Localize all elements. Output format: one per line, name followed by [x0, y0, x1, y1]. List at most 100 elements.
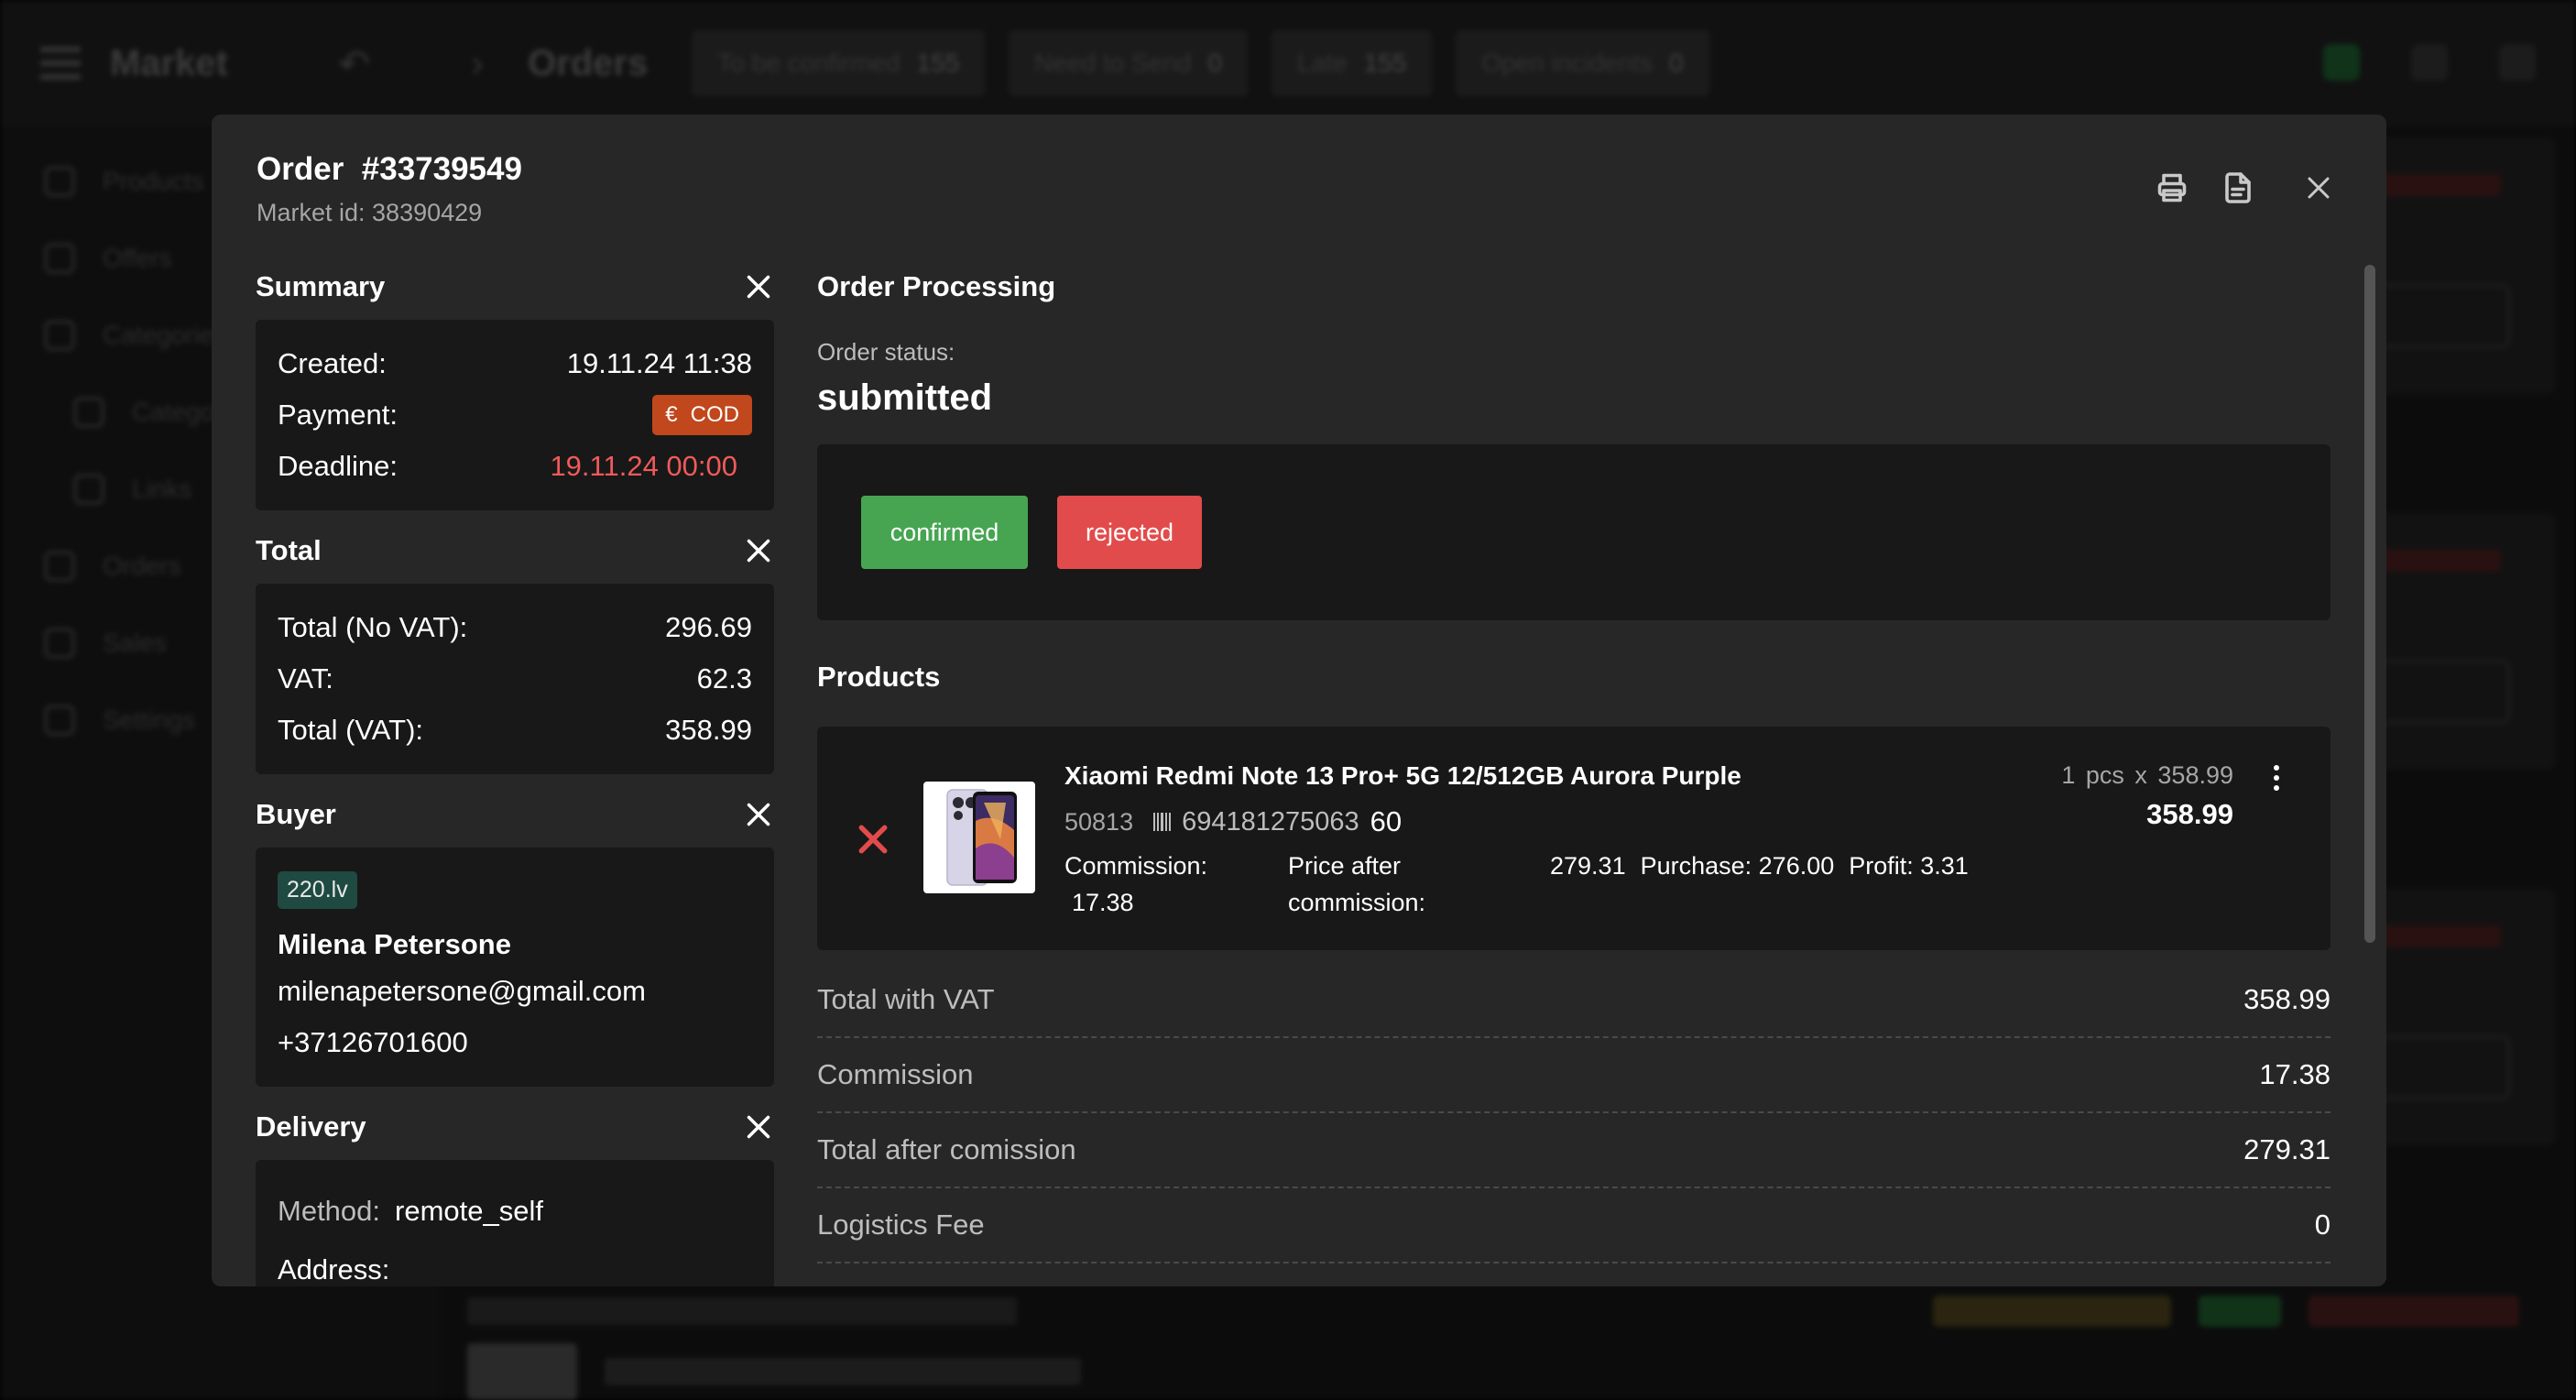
payment-row: Payment: € COD	[278, 389, 752, 441]
buyer-email[interactable]: milenapetersone@gmail.com	[278, 966, 752, 1017]
buyer-phone[interactable]: +37126701600	[278, 1017, 752, 1068]
product-item: Xiaomi Redmi Note 13 Pro+ 5G 12/512GB Au…	[817, 727, 2330, 950]
confirm-button[interactable]: confirmed	[861, 496, 1028, 569]
deadline-value: 19.11.24 00:00	[550, 450, 737, 482]
tab-late: Late 155	[1272, 30, 1433, 96]
product-figures: 279.31 Purchase: 276.00 Profit: 3.31	[1550, 848, 1969, 884]
link-icon	[73, 474, 104, 505]
total-card: Total (No VAT): 296.69 VAT: 62.3 Total (…	[256, 584, 774, 774]
order-main: Order Processing Order status: submitted…	[817, 261, 2330, 1263]
created-row: Created: 19.11.24 11:38	[278, 338, 752, 389]
price-after-commission-value: 279.31	[1550, 852, 1626, 880]
orders-icon	[44, 551, 75, 582]
product-meta: 50813 694181275063 60	[1064, 805, 1402, 838]
total-after-commission-row: Total after comission 279.31	[817, 1113, 2330, 1188]
totals-label: Commission	[817, 1058, 974, 1090]
totals-value: 0	[2314, 1209, 2330, 1241]
settings-icon	[44, 705, 75, 736]
app-topbar: Market ↶ › Orders To be confirmed 155 Nee…	[0, 0, 2576, 126]
products-title: Products	[817, 661, 941, 693]
delivery-card: Method: remote_self Address:	[256, 1160, 774, 1286]
marketplace-badge: 220.lv	[278, 871, 357, 909]
modal-scrollbar-thumb[interactable]	[2364, 265, 2375, 943]
totals-label: Total after comission	[817, 1133, 1076, 1165]
summary-header: Summary	[256, 261, 774, 312]
modal-scrollbar[interactable]	[2364, 265, 2377, 1282]
total-with-vat-row: Total with VAT 358.99	[817, 963, 2330, 1038]
total-row-value: 296.69	[665, 611, 752, 643]
remove-product-icon[interactable]	[856, 822, 890, 857]
close-icon[interactable]	[743, 535, 774, 566]
delivery-title: Delivery	[256, 1110, 366, 1143]
vat-row: VAT: 62.3	[278, 653, 752, 705]
market-id: Market id: 38390429	[257, 199, 483, 226]
total-row-value: 62.3	[696, 662, 752, 695]
delivery-method-value: remote_self	[395, 1195, 543, 1227]
deadline-row: Deadline: 19.11.24 00:00	[278, 441, 752, 492]
product-image	[923, 782, 1035, 893]
more-options-icon[interactable]	[2263, 761, 2290, 798]
totals-label: Total with VAT	[817, 983, 995, 1015]
order-totals: Total with VAT 358.99 Commission 17.38 T…	[817, 963, 2330, 1263]
document-icon[interactable]	[2218, 168, 2258, 208]
delivery-method-label: Method:	[278, 1195, 381, 1227]
product-ean-value: 694181275063	[1182, 806, 1359, 837]
status-actions: confirmed rejected	[817, 444, 2330, 620]
summary-card: Created: 19.11.24 11:38 Payment: € COD D…	[256, 320, 774, 510]
order-sidebar: Summary Created: 19.11.24 11:38 Payment:…	[256, 261, 774, 1286]
menu-icon	[40, 47, 81, 80]
search-icon	[2499, 44, 2536, 81]
total-row-label: Total (VAT):	[278, 714, 424, 746]
commission-value: 17.38	[1072, 889, 1134, 916]
total-no-vat-row: Total (No VAT): 296.69	[278, 602, 752, 653]
settings-icon	[2411, 44, 2448, 81]
printer-icon[interactable]	[2152, 168, 2192, 208]
commission-row: Commission 17.38	[817, 1038, 2330, 1113]
close-icon[interactable]	[743, 1111, 774, 1143]
total-title: Total	[256, 534, 322, 566]
order-title: Order #33739549	[257, 151, 522, 187]
barcode-icon	[1153, 813, 1172, 831]
purchase-price: Purchase: 276.00	[1640, 852, 1835, 880]
created-value: 19.11.24 11:38	[566, 347, 752, 379]
payment-label: Payment:	[278, 399, 398, 431]
buyer-title: Buyer	[256, 798, 336, 830]
order-processing-title: Order Processing	[817, 270, 1056, 302]
payment-value: COD	[690, 402, 739, 427]
buyer-name: Milena Petersone	[278, 928, 511, 960]
total-row-label: Total (No VAT):	[278, 611, 468, 643]
tab-need-to-send: Need to Send 0	[1009, 30, 1249, 96]
order-modal: Order #33739549 Market id: 38390429 Summ…	[212, 115, 2386, 1286]
deadline-label: Deadline:	[278, 450, 398, 482]
product-quantity: 1 pcs x 358.99	[2061, 761, 2233, 789]
forward-icon: ›	[471, 41, 485, 84]
totals-value: 279.31	[2243, 1133, 2330, 1165]
back-icon: ↶	[337, 41, 371, 85]
order-status-label: Order status:	[817, 338, 955, 366]
app-page-title: Orders	[528, 42, 649, 83]
link-icon	[73, 397, 104, 428]
buyer-card: 220.lv Milena Petersone milenapetersone@…	[256, 848, 774, 1087]
product-name[interactable]: Xiaomi Redmi Note 13 Pro+ 5G 12/512GB Au…	[1064, 761, 1741, 791]
euro-icon: €	[665, 402, 678, 427]
profit: Profit: 3.31	[1849, 852, 1969, 880]
app-topbar-icons	[2323, 44, 2536, 81]
price-after-commission-label: Price after commission:	[1288, 852, 1426, 916]
categories-icon	[44, 320, 75, 351]
total-vat-row: Total (VAT): 358.99	[278, 705, 752, 756]
totals-value: 358.99	[2243, 983, 2330, 1015]
close-icon[interactable]	[2298, 168, 2339, 208]
background-order-row	[449, 1279, 2556, 1400]
delivery-address-row: Address:	[278, 1241, 752, 1286]
delivery-address-label: Address:	[278, 1253, 390, 1285]
close-icon[interactable]	[743, 271, 774, 302]
summary-title: Summary	[256, 270, 386, 302]
commission-label: Commission:	[1064, 852, 1208, 880]
product-price: 358.99	[2146, 798, 2233, 830]
modal-header-actions	[2152, 168, 2339, 208]
close-icon[interactable]	[743, 799, 774, 830]
product-sku: 50813	[1064, 807, 1134, 836]
reject-button[interactable]: rejected	[1057, 496, 1202, 569]
tab-open-incidents: Open incidents 0	[1456, 30, 1709, 96]
created-label: Created:	[278, 347, 387, 379]
